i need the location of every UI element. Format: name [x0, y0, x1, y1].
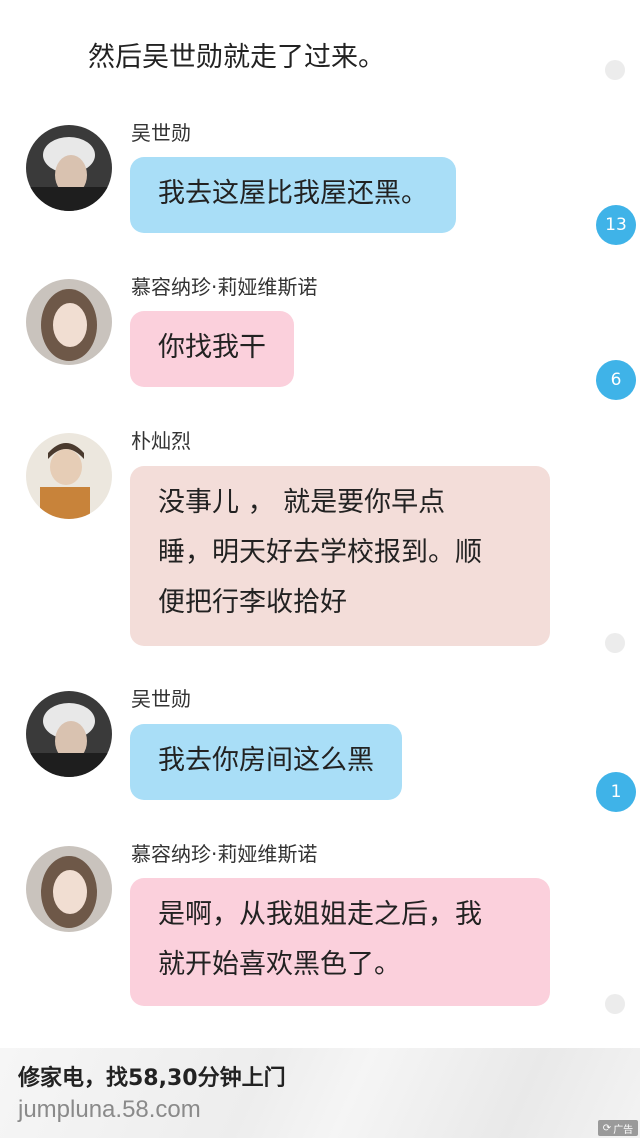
comment-count-badge[interactable]: 13: [596, 205, 636, 245]
sender-name: 朴灿烈: [131, 429, 191, 453]
message-bubble[interactable]: 是啊，从我姐姐走之后，我 就开始喜欢黑色了。: [130, 878, 550, 1006]
sender-name: 吴世勋: [131, 121, 191, 145]
message-text: 你找我干: [158, 332, 266, 363]
sender-name: 慕容纳珍·莉娅维斯诺: [131, 842, 318, 866]
message-bubble[interactable]: 我去你房间这么黑: [130, 724, 402, 800]
avatar-murong[interactable]: [26, 846, 112, 932]
message-text: 我去你房间这么黑: [158, 745, 374, 776]
ad-banner[interactable]: 修家电，找58,30分钟上门 jumpluna.58.com ⟳ 广告: [0, 1048, 640, 1138]
ad-refresh-icon: ⟳: [602, 1122, 612, 1134]
comment-count-badge[interactable]: 6: [596, 360, 636, 400]
message-text-line: 便把行李收拾好: [158, 587, 347, 618]
ad-label: ⟳ 广告: [598, 1120, 638, 1136]
message-bubble[interactable]: 我去这屋比我屋还黑。: [130, 157, 456, 233]
message-text-line: 是啊，从我姐姐走之后，我: [158, 899, 482, 930]
sender-name: 吴世勋: [131, 687, 191, 711]
ad-label-text: 广告: [613, 1124, 634, 1136]
message-text: 我去这屋比我屋还黑。: [158, 178, 428, 209]
ad-title: 修家电，找58,30分钟上门: [18, 1066, 286, 1091]
message-bubble[interactable]: 你找我干: [130, 311, 294, 387]
ad-url: jumpluna.58.com: [18, 1096, 201, 1123]
comment-count-badge[interactable]: 1: [596, 772, 636, 812]
comment-dot-icon[interactable]: [605, 633, 625, 653]
narration-text: 然后吴世勋就走了过来。: [88, 42, 385, 73]
message-bubble[interactable]: 没事儿 ， 就是要你早点 睡，明天好去学校报到。顺 便把行李收拾好: [130, 466, 550, 646]
message-text-line: 就开始喜欢黑色了。: [158, 949, 401, 980]
comment-dot-icon[interactable]: [605, 994, 625, 1014]
message-text-line: 睡，明天好去学校报到。顺: [158, 537, 482, 568]
avatar-murong[interactable]: [26, 279, 112, 365]
message-text-line: 没事儿 ， 就是要你早点: [158, 487, 446, 518]
avatar-park-chanyeol[interactable]: [26, 433, 112, 519]
avatar-wu-shixun[interactable]: [26, 691, 112, 777]
avatar-wu-shixun[interactable]: [26, 125, 112, 211]
comment-dot-icon[interactable]: [605, 60, 625, 80]
sender-name: 慕容纳珍·莉娅维斯诺: [131, 275, 318, 299]
